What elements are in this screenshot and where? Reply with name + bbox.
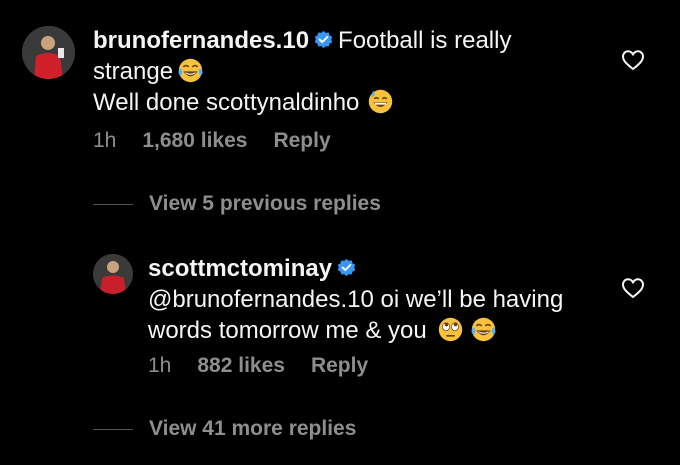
avatar[interactable] <box>22 26 75 79</box>
avatar[interactable] <box>93 254 133 294</box>
reply-button[interactable]: Reply <box>311 354 368 377</box>
comment-text-line3: Well done scottynaldinho <box>93 89 360 116</box>
comment-text-line2: strange <box>93 58 174 85</box>
likes-count[interactable]: 882 likes <box>197 354 285 377</box>
face-with-tears-of-joy-icon <box>178 58 203 83</box>
likes-count[interactable]: 1,680 likes <box>142 129 247 152</box>
divider <box>93 203 133 205</box>
view-more-replies[interactable]: View 41 more replies <box>93 417 356 441</box>
username[interactable]: scottmctominay <box>148 255 332 282</box>
divider <box>93 428 133 430</box>
view-previous-label[interactable]: View 5 previous replies <box>149 192 381 216</box>
timestamp: 1h <box>93 129 117 152</box>
like-heart-icon[interactable] <box>621 49 645 71</box>
comment-meta: 1h 882 likes Reply <box>148 354 394 378</box>
verified-badge-icon <box>337 258 356 277</box>
grinning-face-with-sweat-icon <box>369 89 393 114</box>
username[interactable]: brunofernandes.10 <box>93 27 309 54</box>
face-with-rolling-eyes-icon <box>438 317 462 342</box>
comment-body: scottmctominay @brunofernandes.10 oi we’… <box>148 253 608 346</box>
timestamp: 1h <box>148 354 172 377</box>
like-heart-icon[interactable] <box>621 277 645 299</box>
view-more-label[interactable]: View 41 more replies <box>149 417 356 441</box>
comment-body: brunofernandes.10 Football is really str… <box>93 25 573 118</box>
avatar-image <box>22 26 75 79</box>
reply-button[interactable]: Reply <box>273 129 330 152</box>
comment-text-line2: words tomorrow me & you <box>148 317 427 344</box>
comment-text-line1: Football is really <box>338 27 512 54</box>
avatar-image <box>93 254 133 294</box>
comment-text-line1: @brunofernandes.10 oi we’ll be having <box>148 286 564 313</box>
view-previous-replies[interactable]: View 5 previous replies <box>93 192 381 216</box>
comment-meta: 1h 1,680 likes Reply <box>93 129 357 153</box>
face-with-tears-of-joy-icon <box>471 317 496 342</box>
verified-badge-icon <box>314 30 333 49</box>
